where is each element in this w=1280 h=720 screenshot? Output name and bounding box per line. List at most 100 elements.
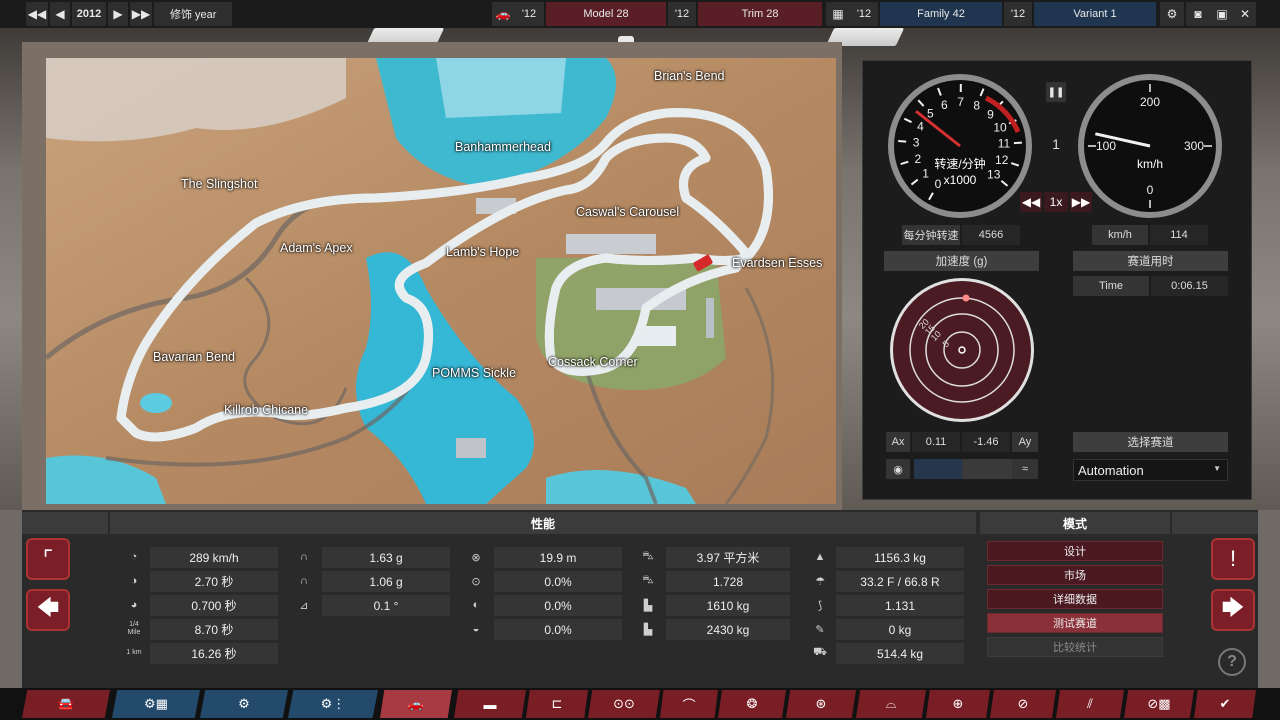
nav-drivetrain-icon[interactable]: ⊙⊙: [588, 690, 660, 718]
gauge-tick-label: 300: [1184, 139, 1204, 153]
truck-icon: ⛟: [813, 646, 827, 658]
ax-label: Ax: [886, 432, 910, 452]
ay-label: Ay: [1012, 432, 1038, 452]
engine-block-icon[interactable]: ▦: [826, 2, 850, 26]
help-icon[interactable]: ?: [1218, 648, 1246, 676]
mode-detailed-stats-button[interactable]: 详细数据: [987, 589, 1163, 609]
nav-engine-tune-icon[interactable]: ⚙⋮: [288, 690, 378, 718]
car-front-alt-icon: ⛍: [642, 574, 654, 586]
prev-year-icon[interactable]: ◀: [50, 2, 70, 26]
next-year-icon[interactable]: ▶: [108, 2, 128, 26]
understeer-value: 0.0%: [494, 571, 622, 592]
corner-label: Evardsen Esses: [732, 256, 823, 270]
variant-year: '12: [1004, 2, 1032, 26]
helmet-alt-icon: ◒: [472, 623, 480, 635]
rpm-label: 每分钟转速: [902, 225, 960, 245]
stat-3-3-value: 0.0%: [494, 595, 622, 616]
car-front-icon: ⛍: [642, 550, 654, 562]
drag-value: 1.728: [666, 571, 790, 592]
gauge-tick-label: 3: [913, 135, 920, 149]
nav-chassis-icon[interactable]: ▬: [454, 690, 526, 718]
corner-label: Caswal's Carousel: [576, 205, 680, 219]
downforce-max-icon: ▙: [643, 623, 653, 636]
nav-wheels-icon[interactable]: ❂: [718, 690, 786, 718]
top-speed-value: 289 km/h: [150, 547, 278, 568]
corner-label: Brian's Bend: [654, 69, 725, 83]
gauge-tick-label: 2: [915, 152, 922, 166]
nav-test-results-icon[interactable]: ⊘▩: [1124, 690, 1194, 718]
rpm-gauge: 0123456 7 8910111213 转速/分钟 x1000: [888, 74, 1032, 218]
gauge-tick: [898, 140, 907, 143]
rewind-year-icon[interactable]: ◀◀: [26, 2, 48, 26]
trim-year-label: 修饰 year: [154, 2, 232, 26]
nav-test-track-icon[interactable]: 🚗: [380, 690, 452, 718]
graph-view-button[interactable]: ⌜: [26, 538, 70, 580]
corner-label: Killrob Chicane: [224, 403, 309, 417]
nav-engine-parts-icon[interactable]: ⚙: [200, 690, 288, 718]
header-spacer: [1172, 512, 1258, 534]
g-force-dot: [962, 294, 970, 302]
top-bar: ◀◀ ◀ 2012 ▶ ▶▶ 修饰 year 🚗 '12 Model 28 '1…: [0, 0, 1280, 28]
trim-name[interactable]: Trim 28: [698, 2, 822, 26]
next-button[interactable]: 🡆: [1211, 589, 1255, 631]
gauge-tick-label: 0: [935, 177, 942, 191]
quarter-mile-icon: 1/4 Mile: [127, 621, 141, 636]
model-name[interactable]: Model 28: [546, 2, 666, 26]
nav-finish-icon[interactable]: ✔: [1194, 690, 1256, 718]
wrench-icon: ✎: [815, 623, 825, 636]
downforce-icon: ▙: [643, 599, 653, 612]
mode-compare-stats-button[interactable]: 比较统计: [987, 637, 1163, 657]
gauge-tick-label: 9: [987, 107, 994, 121]
mode-design-button[interactable]: 设计: [987, 541, 1163, 561]
warning-icon[interactable]: !: [1211, 538, 1255, 580]
payload-value: 514.4 kg: [836, 643, 964, 664]
kmh-value: 114: [1150, 225, 1208, 245]
nav-suspension-icon[interactable]: ⊏: [526, 690, 588, 718]
gauge-tick-label: 200: [1140, 95, 1160, 109]
weight-icon: ▲: [814, 551, 826, 563]
nav-fuel-icon[interactable]: ⫽: [1056, 690, 1124, 718]
speedometer-icon: ◔: [130, 551, 138, 563]
nav-brakes-icon[interactable]: ⊛: [786, 690, 856, 718]
ratio-icon: ⟆: [817, 599, 823, 612]
corner-label: Adam's Apex: [280, 241, 353, 255]
camera-icon[interactable]: ◙: [1186, 2, 1210, 26]
rpm-gauge-unit: x1000: [944, 173, 977, 187]
slower-button[interactable]: ◀◀: [1020, 192, 1042, 212]
track-dropdown[interactable]: Automation ▼: [1073, 459, 1228, 481]
model-year: '12: [514, 2, 544, 26]
forward-year-icon[interactable]: ▶▶: [130, 2, 152, 26]
gauge-tick-label: 4: [917, 120, 924, 134]
gear-icon[interactable]: ⚙: [1160, 2, 1184, 26]
select-track-button[interactable]: 选择赛道: [1073, 432, 1228, 452]
nav-aero-icon[interactable]: ⌓: [856, 690, 926, 718]
corner-label: Cossack Corner: [548, 355, 638, 369]
save-icon[interactable]: ▣: [1210, 2, 1234, 26]
pause-button[interactable]: ❚❚: [1046, 82, 1066, 102]
variant-name[interactable]: Variant 1: [1034, 2, 1156, 26]
family-name[interactable]: Family 42: [880, 2, 1002, 26]
nav-gearbox-icon[interactable]: ⌒: [660, 690, 718, 718]
model-car-icon[interactable]: 🚗: [492, 2, 514, 26]
mode-test-track-button[interactable]: 测试赛道: [987, 613, 1163, 633]
close-icon[interactable]: ✕: [1234, 2, 1256, 26]
braking-icon: ⊗: [471, 551, 481, 564]
nav-safety-icon[interactable]: ⊘: [990, 690, 1056, 718]
family-year: '12: [850, 2, 878, 26]
extra-weight-value: 0 kg: [836, 619, 964, 640]
ay-value: -1.46: [962, 432, 1010, 452]
nav-engine-family-icon[interactable]: ⚙▦: [112, 690, 200, 718]
speed-gauge: 0 100 200 300 km/h: [1078, 74, 1222, 218]
corner-label: POMMS Sickle: [432, 366, 517, 380]
body-roll-value: 0.1 °: [322, 595, 450, 616]
mode-market-button[interactable]: 市场: [987, 565, 1163, 585]
nav-car-body-icon[interactable]: 🚘: [22, 690, 110, 718]
gauge-tick-label: 100: [1096, 139, 1116, 153]
faster-button[interactable]: ▶▶: [1070, 192, 1092, 212]
track-selected: Automation: [1078, 462, 1144, 478]
ratio-value: 1.131: [836, 595, 964, 616]
year-display: 2012: [72, 2, 106, 26]
back-button[interactable]: 🡄: [26, 589, 70, 631]
g-force-meter: 20 15 10 5: [890, 278, 1034, 422]
nav-interior-icon[interactable]: ⊕: [926, 690, 990, 718]
